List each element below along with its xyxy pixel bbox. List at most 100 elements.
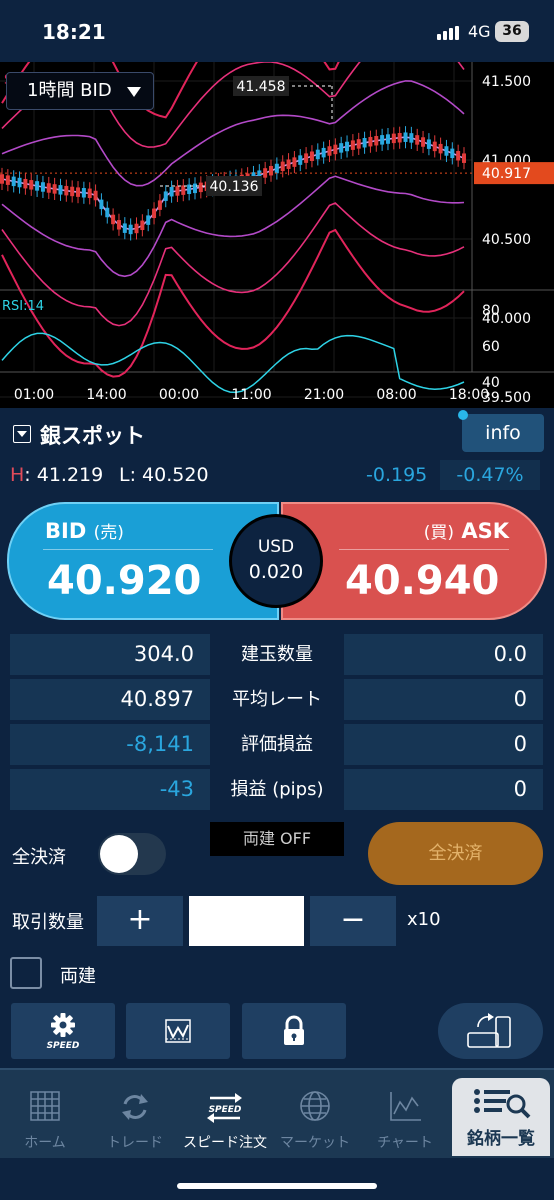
position-sell-value: -43 [10, 769, 210, 810]
quantity-label: 取引数量 [12, 912, 84, 933]
rsi-line [1, 332, 465, 394]
speed-icon-text: SPEED [209, 1105, 242, 1115]
status-bar: 18:21 4G 36 [0, 0, 554, 62]
nav-home-label: ホーム [24, 1135, 66, 1151]
candle-body [415, 135, 420, 145]
nav-chart[interactable]: チャート [360, 1070, 450, 1158]
nav-home[interactable]: ホーム [0, 1070, 90, 1158]
current-price-label: 40.917 [482, 166, 531, 182]
speed-settings-button[interactable]: SPEED [11, 1003, 115, 1059]
spread-badge: USD 0.020 [229, 514, 323, 608]
table-row: 40.897 平均レート 0 [10, 679, 543, 720]
settle-all-label: 全決済 [12, 847, 66, 868]
candle-body [298, 155, 303, 165]
candle-body [99, 199, 104, 210]
spread-currency: USD [257, 537, 295, 557]
position-sell-value: -8,141 [10, 724, 210, 765]
time-tick-label: 00:00 [159, 387, 199, 403]
time-tick-label: 21:00 [304, 387, 344, 403]
nav-speed-order-label: スピード注文 [183, 1135, 267, 1151]
candle-body [81, 188, 86, 198]
candle-body [327, 146, 332, 156]
speed-tag: SPEED [47, 1041, 80, 1051]
position-sell-value: 304.0 [10, 634, 210, 675]
nav-trade[interactable]: トレード [90, 1070, 180, 1158]
info-button[interactable]: info [462, 414, 544, 452]
candle-body [163, 191, 168, 201]
settle-all-button[interactable]: 全決済 [368, 822, 543, 885]
time-tick-label: 11:00 [231, 387, 271, 403]
chart-icon [390, 1092, 421, 1121]
change-value: -0.195 [366, 464, 428, 486]
row-label: 損益 (pips) [212, 769, 342, 810]
trade-arrows-icon [122, 1094, 148, 1120]
candle-body [169, 186, 174, 197]
list-search-icon [474, 1089, 531, 1119]
hedge-status-badge: 両建 OFF [210, 822, 344, 856]
position-table: 304.0 建玉数量 0.0 40.897 平均レート 0 -8,141 評価損… [10, 634, 543, 814]
settle-all-toggle[interactable] [98, 833, 166, 875]
candle-body [152, 208, 157, 219]
hedge-label: 両建 [60, 966, 96, 987]
gear-icon: SPEED [47, 1013, 80, 1051]
quantity-plus-button[interactable]: + [97, 896, 183, 946]
price-tick-label: 40.500 [482, 232, 531, 248]
lock-button[interactable] [242, 1003, 346, 1059]
timeframe-dropdown[interactable]: 1時間 BID [6, 72, 154, 110]
order-panel: BID (売) 40.920 (買) ASK 40.940 USD 0.020 [0, 494, 554, 630]
lock-icon [284, 1015, 304, 1045]
candle-body [397, 133, 402, 143]
candle-body [140, 220, 145, 231]
divider [43, 549, 213, 550]
candle-body [35, 181, 40, 191]
candle-body [456, 151, 461, 161]
candle-body [11, 176, 16, 187]
hedge-checkbox[interactable] [10, 957, 42, 989]
price-chart[interactable]: 41.45840.136SMA ±2σ BB: ±3σ41.50041.0004… [0, 62, 554, 408]
chart-indicator-button[interactable] [126, 1003, 230, 1059]
rotate-screen-button[interactable] [438, 1003, 543, 1059]
candle-body [52, 184, 57, 194]
rsi-tick-label: 60 [482, 339, 500, 355]
row-label: 平均レート [212, 679, 342, 720]
chevron-down-icon [127, 87, 141, 97]
candle-body [128, 224, 133, 235]
candle-body [356, 139, 361, 149]
position-buy-value: 0.0 [344, 634, 543, 675]
table-row: 304.0 建玉数量 0.0 [10, 634, 543, 675]
candle-body [315, 149, 320, 160]
nav-chart-label: チャート [377, 1135, 433, 1151]
low-value: 40.520 [142, 464, 209, 486]
row-label: 建玉数量 [212, 634, 342, 675]
ask-price: 40.940 [345, 558, 500, 604]
network-type: 4G [468, 22, 491, 41]
candle-body [362, 138, 367, 148]
grid-icon [30, 1091, 60, 1121]
high-key: H [10, 464, 25, 486]
candle-body [87, 188, 92, 199]
price-tick-label: 39.500 [482, 390, 531, 406]
home-indicator [177, 1183, 377, 1189]
position-buy-value: 0 [344, 769, 543, 810]
position-buy-value: 0 [344, 724, 543, 765]
symbol-dropdown-icon[interactable] [13, 425, 31, 443]
nav-market[interactable]: マーケット [270, 1070, 360, 1158]
bid-price: 40.920 [47, 558, 202, 604]
quantity-input[interactable] [189, 896, 304, 946]
nav-speed-order[interactable]: SPEED スピード注文 [180, 1070, 270, 1158]
candle-body [280, 161, 285, 172]
table-row: -43 損益 (pips) 0 [10, 769, 543, 810]
quantity-multiplier: x10 [407, 909, 441, 930]
nav-symbol-list[interactable]: 銘柄一覧 [452, 1078, 550, 1156]
low-key: L [119, 464, 130, 486]
candle-body [426, 139, 431, 149]
chart-canvas: 41.45840.136SMA ±2σ BB: ±3σ41.50041.0004… [0, 62, 554, 406]
symbol-name[interactable]: 銀スポット [40, 420, 145, 450]
candle-body [116, 220, 121, 230]
notification-dot [458, 410, 468, 420]
spread-value: 0.020 [248, 561, 304, 583]
speed-order-icon: SPEED [207, 1093, 242, 1123]
quantity-minus-button[interactable]: − [310, 896, 396, 946]
time-tick-label: 01:00 [14, 387, 54, 403]
candle-body [391, 133, 396, 144]
